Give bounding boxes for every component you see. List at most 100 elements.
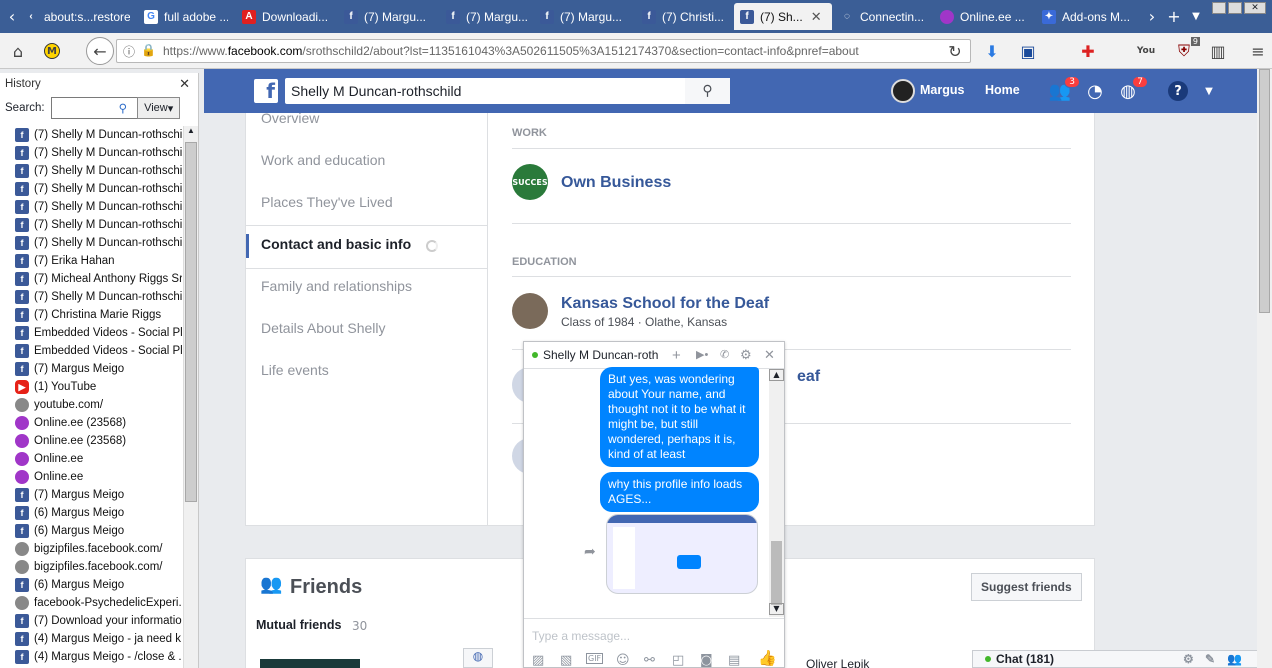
gear-icon[interactable]: ⚙ [740,347,752,363]
compose-icon[interactable]: ✎ [1205,652,1215,666]
about-nav-item[interactable]: Work and education [261,152,385,168]
calendar-icon[interactable]: ▤ [728,653,740,668]
browser-tab[interactable]: f (7) Margu... [534,3,624,30]
browser-tab[interactable]: A Downloadi... [236,3,332,30]
download-icon[interactable]: ⬇ [980,39,1004,63]
mutual-friends-label[interactable]: Mutual friends [256,618,341,632]
game-icon[interactable]: ◰ [672,653,684,668]
notifications-globe-icon[interactable]: ◍ 7 [1116,76,1148,102]
history-item[interactable]: facebook-PsychedelicExperi... [0,594,182,612]
facebook-logo-icon[interactable]: f [254,79,278,103]
history-item[interactable]: Online.ee [0,468,182,486]
save-icon[interactable]: ▣ [1016,39,1040,63]
history-item[interactable]: f (7) Shelly M Duncan-rothschild [0,180,182,198]
chat-sidebar-bar[interactable]: Chat (181) ⚙ ✎ 👥 [972,650,1266,668]
ublock-icon[interactable]: ⛨ 9 [1172,37,1200,63]
tab-list-icon[interactable]: ▼ [1184,4,1208,28]
history-item[interactable]: Online.ee [0,450,182,468]
menu-icon[interactable]: ≡ [1246,39,1270,63]
friend-requests-icon[interactable]: 👥 3 [1048,76,1080,102]
close-icon[interactable]: ✕ [179,76,190,92]
browser-tab[interactable]: Gfull adobe ... [138,3,228,30]
history-item[interactable]: f (4) Margus Meigo - /close & ... [0,648,182,666]
gear-icon[interactable]: ⚙ [1183,652,1194,666]
add-icon[interactable]: + [672,347,681,364]
history-item[interactable]: Online.ee (23568) [0,414,182,432]
photo-icon[interactable]: ▨ [532,653,544,668]
work-name[interactable]: Own Business [561,174,671,192]
scroll-down-arrow[interactable]: ▼ [769,603,784,615]
home-link[interactable]: Home [985,83,1020,97]
messenger-icon[interactable]: ◔ [1083,80,1107,102]
school-photo[interactable] [512,293,548,329]
about-nav-item[interactable]: Overview [261,110,319,126]
profile-avatar[interactable] [891,79,915,103]
window-close-button[interactable]: ✕ [1244,2,1266,14]
video-call-icon[interactable]: ▶• [696,348,708,361]
window-maximize-button[interactable] [1228,2,1242,14]
history-item[interactable]: Online.ee (23568) [0,432,182,450]
reload-icon[interactable]: ↻ [943,39,967,63]
work-logo[interactable]: SUCCES [512,164,548,200]
browser-tab[interactable]: f (7) Margu... [440,3,530,30]
profile-name[interactable]: Margus [920,83,964,97]
about-nav-item[interactable]: Life events [261,362,329,378]
history-scrollbar[interactable]: ▲ [183,126,198,668]
attach-icon[interactable]: ⚯ [644,653,655,668]
browser-tab[interactable]: ‹ about:s...restore [18,3,130,30]
chat-contact[interactable]: Oliver Lepik [806,657,869,668]
extension-m-icon[interactable]: M [40,39,64,63]
history-item[interactable]: ▶ (1) YouTube [0,378,182,396]
back-button-icon[interactable]: ← [86,37,114,65]
shared-screenshot-image[interactable] [606,514,758,594]
history-item[interactable]: f (7) Christina Marie Riggs [0,306,182,324]
about-nav-item[interactable]: Family and relationships [261,278,412,294]
youtube-addon-icon[interactable]: You [1134,39,1158,63]
view-button[interactable]: View ▾ [137,97,181,119]
account-menu-icon[interactable]: ▼ [1197,80,1221,102]
phone-icon[interactable]: ✆ [720,348,729,361]
browser-tab[interactable]: ✦ Add-ons M... [1036,3,1136,30]
window-minimize-button[interactable] [1212,2,1226,14]
new-tab-icon[interactable]: + [1162,4,1186,28]
help-icon[interactable]: ? [1166,80,1190,102]
history-item[interactable]: youtube.com/ [0,396,182,414]
browser-tab[interactable]: f (7) Margu... [338,3,428,30]
history-item[interactable]: f (7) Erika Hahan [0,252,182,270]
friends-title[interactable]: Friends [290,576,362,599]
friend-photo[interactable] [260,659,360,668]
history-item[interactable]: f (7) Shelly M Duncan-rothschild [0,198,182,216]
browser-tab[interactable]: f (7) Christi... [636,3,730,30]
history-item[interactable]: f (4) Margus Meigo - ja need k... [0,630,182,648]
suggest-friends-button[interactable]: Suggest friends [971,573,1082,601]
info-icon[interactable]: ⓘ [123,43,135,60]
history-item[interactable]: f (7) Micheal Anthony Riggs Sr. [0,270,182,288]
search-icon[interactable]: ⚲ [685,78,730,104]
page-scrollbar[interactable] [1257,69,1272,668]
sticker-icon[interactable]: ▧ [560,653,572,668]
scroll-up-arrow[interactable]: ▲ [769,369,784,381]
edu2-name[interactable]: eaf [797,368,820,386]
browser-tab[interactable]: f (7) Sh... ✕ [734,3,832,30]
history-item[interactable]: bigzipfiles.facebook.com/ [0,540,182,558]
scroll-thumb[interactable] [771,541,782,605]
camera-icon[interactable]: ◙ [700,653,713,668]
about-nav-item[interactable]: Contact and basic info [261,236,411,252]
history-item[interactable]: f (7) Shelly M Duncan-rothschild [0,126,182,144]
home-icon[interactable]: ⌂ [6,39,30,63]
history-item[interactable]: f (7) Shelly M Duncan-rothschild [0,144,182,162]
edu1-name[interactable]: Kansas School for the Deaf [561,295,769,313]
scroll-up-arrow[interactable]: ▲ [184,126,198,140]
history-item[interactable]: f (7) Shelly M Duncan-rothschild [0,234,182,252]
facebook-search-input[interactable]: Shelly M Duncan-rothschild [285,78,730,104]
history-item[interactable]: bigzipfiles.facebook.com/ [0,558,182,576]
search-icon[interactable]: ⚲ [119,101,127,115]
chat-contact-name[interactable]: Shelly M Duncan-roth [543,348,658,362]
history-item[interactable]: f (7) Shelly M Duncan-rothschild [0,288,182,306]
history-item[interactable]: f (6) Margus Meigo [0,504,182,522]
group-icon[interactable]: 👥 [1227,652,1242,666]
about-nav-item[interactable]: Details About Shelly [261,320,386,336]
history-item[interactable]: f (6) Margus Meigo [0,522,182,540]
chat-scrollbar[interactable]: ▲ ▼ [769,369,784,617]
history-item[interactable]: f (7) Margus Meigo [0,486,182,504]
